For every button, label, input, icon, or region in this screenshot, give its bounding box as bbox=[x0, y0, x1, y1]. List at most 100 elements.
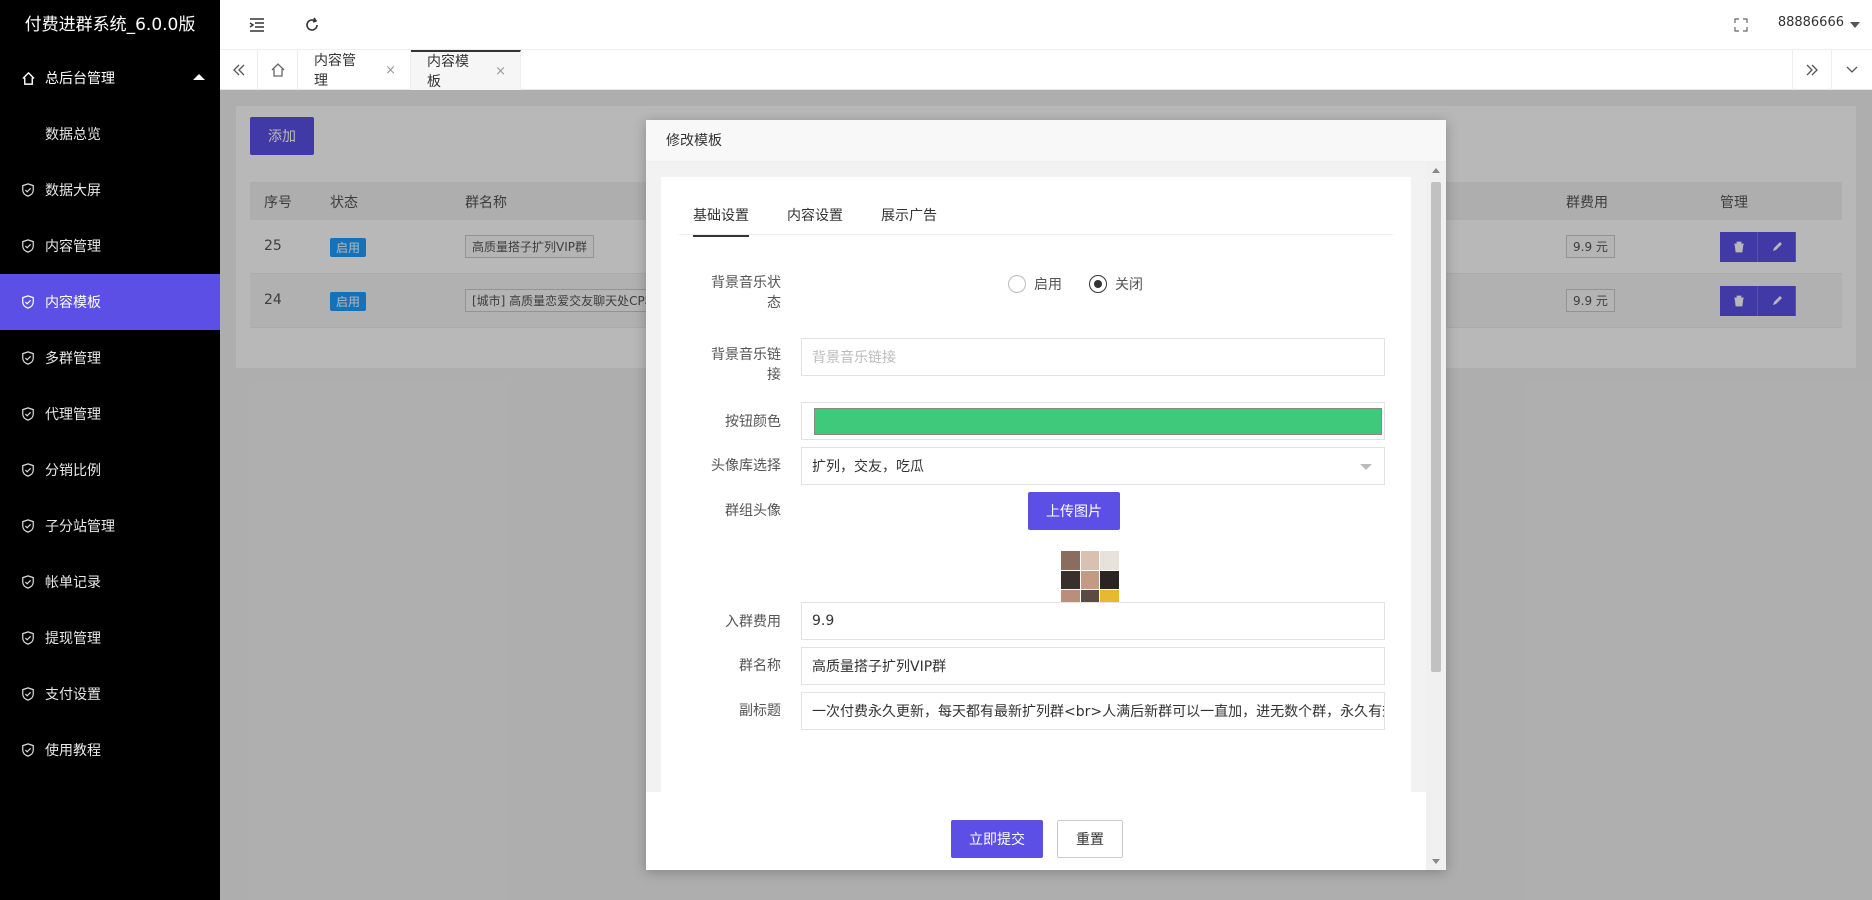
shield-check-icon bbox=[20, 462, 36, 478]
form-tabs: 基础设置 内容设置 展示广告 bbox=[679, 195, 1393, 237]
sidebar-item-label: 使用教程 bbox=[45, 743, 101, 759]
radio-circle-selected bbox=[1089, 275, 1107, 293]
subtitle-input[interactable]: 一次付费永久更新，每天都有最新扩列群<br>人满后新群可以一直加，进无数个群，永… bbox=[801, 692, 1385, 730]
tabs-bar: 内容管理 × 内容模板 × bbox=[220, 50, 1872, 90]
shield-check-icon bbox=[20, 630, 36, 646]
sidebar-item-template[interactable]: 内容模板 bbox=[0, 274, 220, 330]
home-tab-icon[interactable] bbox=[258, 50, 298, 90]
label-line: 接 bbox=[767, 367, 781, 383]
close-icon[interactable]: × bbox=[495, 64, 506, 79]
upload-image-button[interactable]: 上传图片 bbox=[1028, 492, 1120, 530]
sidebar-item-multigroup[interactable]: 多群管理 bbox=[0, 330, 220, 386]
sidebar-item-label: 分销比例 bbox=[45, 463, 101, 479]
close-icon[interactable]: × bbox=[385, 63, 396, 78]
modal-footer: 立即提交 重置 bbox=[646, 806, 1426, 866]
label-line: 背景音乐状 bbox=[711, 275, 781, 291]
sidebar-item-label: 内容模板 bbox=[45, 295, 101, 311]
tabs-scroll-left-icon[interactable] bbox=[220, 50, 258, 90]
shield-check-icon bbox=[20, 182, 36, 198]
fee-input[interactable]: 9.9 bbox=[801, 602, 1385, 640]
tab-ad-display[interactable]: 展示广告 bbox=[881, 205, 937, 225]
music-link-label: 背景音乐链 接 bbox=[685, 345, 781, 385]
home-icon bbox=[20, 70, 36, 86]
sidebar-item-distribution[interactable]: 分销比例 bbox=[0, 442, 220, 498]
edit-template-modal: 修改模板 基础设置 内容设置 展示广告 背景音乐状 态 启用 关闭 背景音乐链 … bbox=[646, 120, 1446, 870]
refresh-icon[interactable] bbox=[303, 16, 321, 34]
sidebar-item-label: 多群管理 bbox=[45, 351, 101, 367]
sidebar-item-tutorial[interactable]: 使用教程 bbox=[0, 722, 220, 778]
tab-content-manage[interactable]: 内容管理 × bbox=[298, 50, 411, 90]
subtitle-label: 副标题 bbox=[739, 703, 781, 719]
avatar-lib-label: 头像库选择 bbox=[711, 458, 781, 474]
radio-enable[interactable]: 启用 bbox=[1008, 274, 1062, 294]
color-swatch bbox=[814, 408, 1382, 435]
modal-title: 修改模板 bbox=[646, 120, 1446, 162]
music-link-input[interactable]: 背景音乐链接 bbox=[801, 338, 1385, 376]
tab-content-template[interactable]: 内容模板 × bbox=[411, 50, 521, 90]
scroll-up-icon[interactable] bbox=[1432, 168, 1440, 173]
label-line: 态 bbox=[767, 295, 781, 311]
menu-fold-icon[interactable] bbox=[248, 16, 266, 34]
modal-scrollbar[interactable] bbox=[1426, 162, 1446, 870]
sidebar-item-label: 数据大屏 bbox=[45, 183, 101, 199]
sidebar-item-payment[interactable]: 支付设置 bbox=[0, 666, 220, 722]
sidebar-item-content[interactable]: 内容管理 bbox=[0, 218, 220, 274]
sidebar-item-withdraw[interactable]: 提现管理 bbox=[0, 610, 220, 666]
tab-content-settings[interactable]: 内容设置 bbox=[787, 205, 843, 225]
avatar-preview bbox=[1061, 551, 1119, 609]
tab-basic-settings[interactable]: 基础设置 bbox=[693, 205, 749, 237]
shield-check-icon bbox=[20, 406, 36, 422]
tab-label: 内容管理 bbox=[314, 53, 356, 89]
group-name-input[interactable]: 高质量搭子扩列VIP群 bbox=[801, 647, 1385, 685]
chevron-down-icon[interactable] bbox=[1850, 22, 1860, 28]
shield-check-icon bbox=[20, 742, 36, 758]
submit-button[interactable]: 立即提交 bbox=[951, 820, 1043, 858]
tabs-scroll-right-icon[interactable] bbox=[1792, 50, 1832, 90]
select-value: 扩列，交友，吃瓜 bbox=[812, 459, 924, 475]
sidebar-item-admin[interactable]: 总后台管理 bbox=[0, 50, 220, 106]
sidebar-item-label: 子分站管理 bbox=[45, 519, 115, 535]
tab-label: 内容模板 bbox=[427, 54, 469, 90]
chevron-down-icon bbox=[1360, 464, 1372, 470]
scroll-down-icon[interactable] bbox=[1432, 859, 1440, 864]
top-header: 88886666 bbox=[220, 0, 1872, 50]
username[interactable]: 88886666 bbox=[1778, 15, 1844, 30]
fee-label: 入群费用 bbox=[725, 614, 781, 630]
sidebar-item-bigscreen[interactable]: 数据大屏 bbox=[0, 162, 220, 218]
modal-body: 基础设置 内容设置 展示广告 背景音乐状 态 启用 关闭 背景音乐链 接 背景音… bbox=[646, 162, 1426, 792]
sidebar-item-overview[interactable]: 数据总览 bbox=[0, 106, 220, 162]
form-card: 基础设置 内容设置 展示广告 背景音乐状 态 启用 关闭 背景音乐链 接 背景音… bbox=[661, 177, 1411, 792]
sidebar-item-substation[interactable]: 子分站管理 bbox=[0, 498, 220, 554]
radio-label: 启用 bbox=[1034, 277, 1062, 293]
shield-check-icon bbox=[20, 238, 36, 254]
scrollbar-thumb[interactable] bbox=[1431, 182, 1441, 672]
shield-check-icon bbox=[20, 574, 36, 590]
avatar-lib-select[interactable]: 扩列，交友，吃瓜 bbox=[801, 447, 1385, 485]
label-line: 背景音乐链 bbox=[711, 347, 781, 363]
radio-circle bbox=[1008, 275, 1026, 293]
sidebar-item-label: 数据总览 bbox=[45, 127, 101, 143]
group-avatar-label: 群组头像 bbox=[725, 503, 781, 519]
shield-check-icon bbox=[20, 350, 36, 366]
sidebar-item-label: 提现管理 bbox=[45, 631, 101, 647]
radio-label: 关闭 bbox=[1115, 277, 1143, 293]
sidebar-item-bills[interactable]: 帐单记录 bbox=[0, 554, 220, 610]
sidebar-item-label: 支付设置 bbox=[45, 687, 101, 703]
sidebar: 付费进群系统_6.0.0版 总后台管理 数据总览 数据大屏 内容管理 内容模板 … bbox=[0, 0, 220, 900]
button-color-label: 按钮颜色 bbox=[725, 414, 781, 430]
shield-check-icon bbox=[20, 518, 36, 534]
sidebar-item-label: 代理管理 bbox=[45, 407, 101, 423]
group-name-label: 群名称 bbox=[739, 658, 781, 674]
color-picker[interactable] bbox=[801, 402, 1385, 440]
tabs-menu-chevron-icon[interactable] bbox=[1832, 50, 1872, 90]
fullscreen-icon[interactable] bbox=[1732, 16, 1750, 34]
sidebar-item-label: 总后台管理 bbox=[45, 71, 115, 87]
sidebar-item-agent[interactable]: 代理管理 bbox=[0, 386, 220, 442]
reset-button[interactable]: 重置 bbox=[1057, 820, 1123, 858]
shield-check-icon bbox=[20, 294, 36, 310]
sidebar-item-label: 帐单记录 bbox=[45, 575, 101, 591]
radio-disable[interactable]: 关闭 bbox=[1089, 274, 1143, 294]
sidebar-item-label: 内容管理 bbox=[45, 239, 101, 255]
caret-up-icon bbox=[193, 74, 205, 80]
app-title: 付费进群系统_6.0.0版 bbox=[24, 15, 196, 35]
